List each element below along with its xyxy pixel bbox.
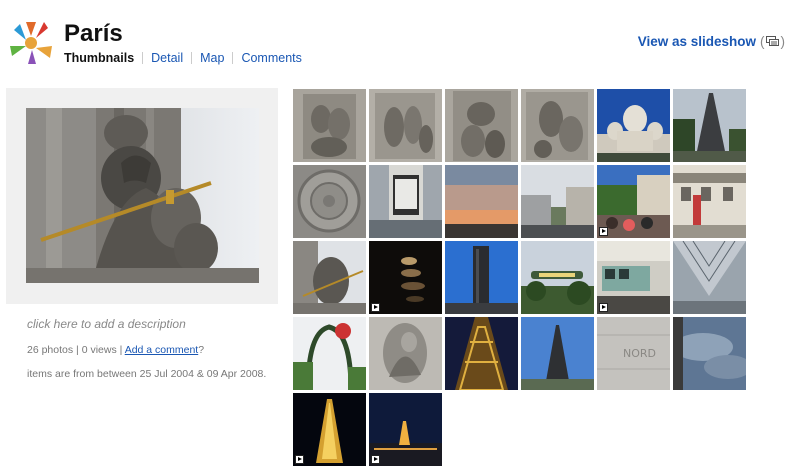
- play-icon: [371, 455, 380, 464]
- thumbnail-poster-column[interactable]: [369, 165, 442, 238]
- play-icon: [599, 227, 608, 236]
- thumbnail-cloudy-sky[interactable]: [673, 317, 746, 390]
- thumbnail-dark-lights[interactable]: [369, 241, 442, 314]
- comment-suffix: ?: [198, 344, 205, 356]
- thumbnail-relief-sculpture-4[interactable]: [521, 89, 594, 162]
- album-stats: 26 photos | 0 views | Add a comment?: [27, 344, 205, 356]
- slideshow-label[interactable]: View as slideshow: [638, 34, 756, 49]
- tab-separator: [232, 52, 234, 64]
- thumbnail-relief-sculpture-3[interactable]: [445, 89, 518, 162]
- thumbnail-statue-sword[interactable]: [293, 241, 366, 314]
- site-logo[interactable]: [6, 18, 56, 68]
- tab-map[interactable]: Map: [200, 51, 224, 65]
- play-icon: [371, 303, 380, 312]
- view-tabs: Thumbnails Detail Map Comments: [64, 51, 302, 65]
- slideshow-link[interactable]: View as slideshow (): [638, 34, 785, 49]
- play-icon: [295, 455, 304, 464]
- thumbnail-metro-train[interactable]: [597, 241, 670, 314]
- photo-count: 26 photos: [27, 344, 74, 356]
- view-count: 0 views: [81, 344, 117, 356]
- play-icon: [599, 303, 608, 312]
- thumbnail-manhole-cover[interactable]: [293, 165, 366, 238]
- thumbnail-stone-wall-letters[interactable]: NORD: [597, 317, 670, 390]
- thumbnail-sunset-sky[interactable]: [445, 165, 518, 238]
- thumbnail-louvre-pyramid-inverted[interactable]: [673, 241, 746, 314]
- album-title: París: [64, 20, 123, 47]
- tab-thumbnails[interactable]: Thumbnails: [64, 51, 134, 65]
- thumbnail-eiffel-structure-night[interactable]: [445, 317, 518, 390]
- slideshow-icon: [765, 36, 779, 46]
- thumbnail-metro-sign[interactable]: [521, 241, 594, 314]
- thumbnail-paris-night-skyline[interactable]: [369, 393, 442, 466]
- tab-detail[interactable]: Detail: [151, 51, 183, 65]
- thumbnail-street-view[interactable]: [521, 165, 594, 238]
- thumbnail-building-banners[interactable]: [673, 165, 746, 238]
- svg-text:NORD: NORD: [623, 347, 656, 360]
- tab-separator: [191, 52, 193, 64]
- feature-photo[interactable]: [26, 108, 259, 283]
- thumbnail-crowd-street[interactable]: [597, 165, 670, 238]
- thumbnail-metro-entrance[interactable]: [293, 317, 366, 390]
- date-range: items are from between 25 Jul 2004 & 09 …: [27, 368, 267, 380]
- thumbnail-sacre-coeur[interactable]: [597, 89, 670, 162]
- slideshow-icon-wrap: (): [760, 34, 785, 49]
- tab-comments[interactable]: Comments: [241, 51, 301, 65]
- thumbnail-relief-sculpture-1[interactable]: [293, 89, 366, 162]
- thumbnail-stone-carving[interactable]: [369, 317, 442, 390]
- tab-separator: [142, 52, 144, 64]
- add-description-prompt[interactable]: click here to add a description: [27, 317, 186, 331]
- thumbnail-eiffel-tower-night[interactable]: [293, 393, 366, 466]
- thumbnail-eiffel-tower-day[interactable]: [521, 317, 594, 390]
- thumbnail-eiffel-tower-trees[interactable]: [673, 89, 746, 162]
- thumbnail-relief-sculpture-2[interactable]: [369, 89, 442, 162]
- add-comment-link[interactable]: Add a comment: [125, 344, 199, 356]
- thumbnail-montparnasse-tower[interactable]: [445, 241, 518, 314]
